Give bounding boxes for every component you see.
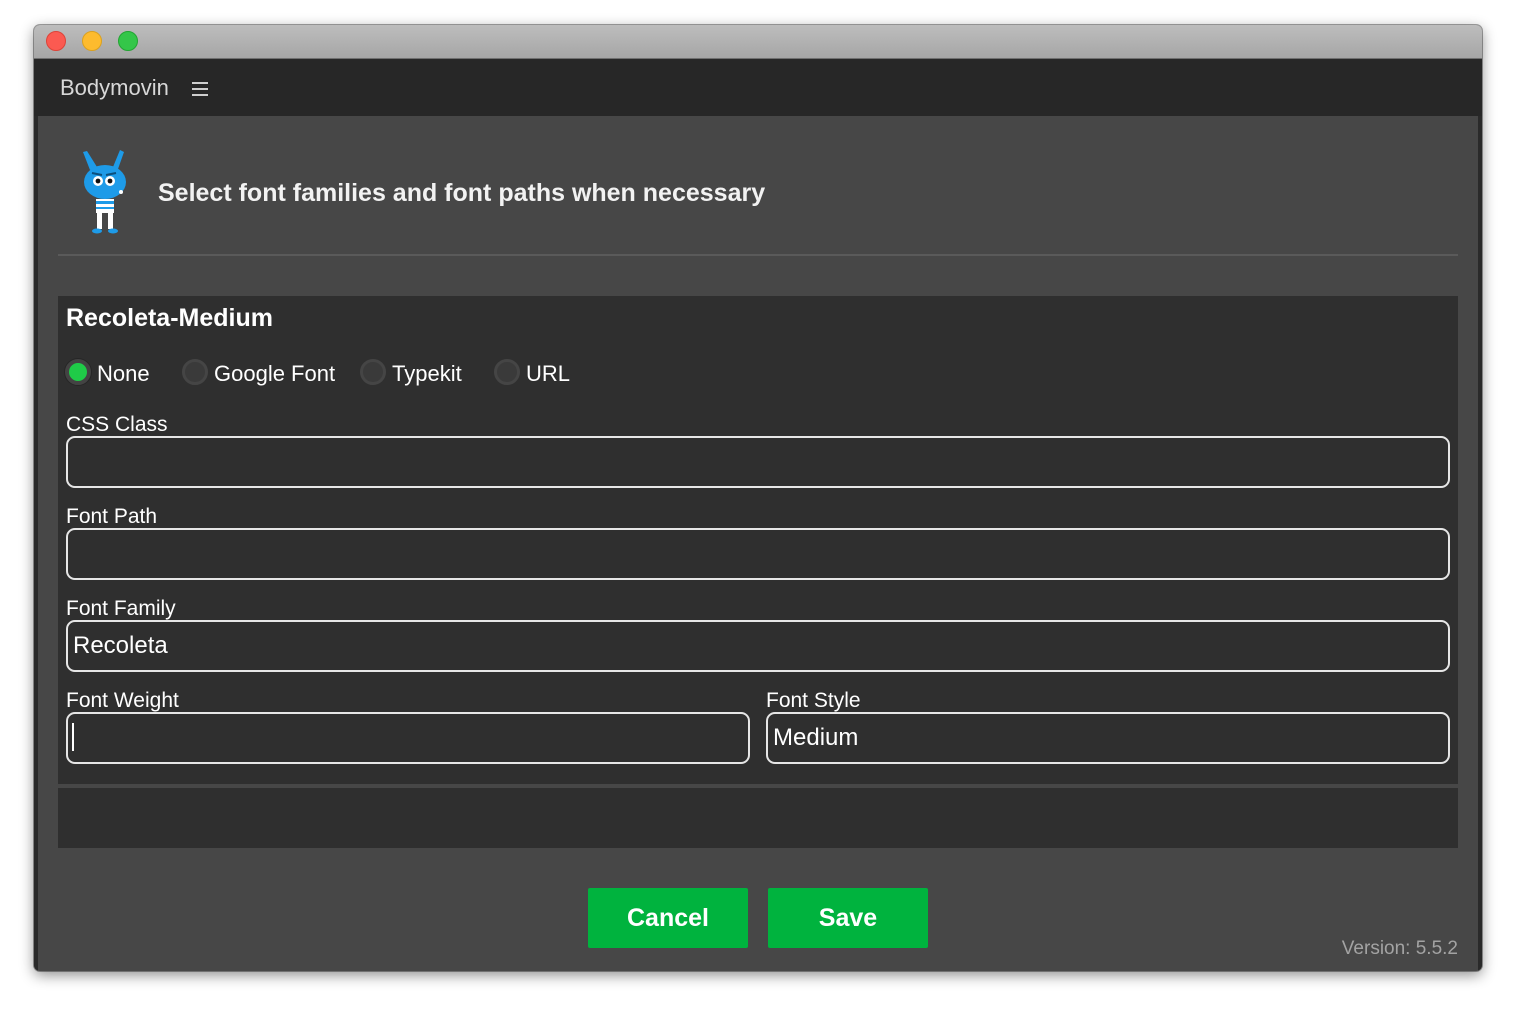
header-divider	[58, 254, 1458, 256]
bodymovin-mascot-icon	[83, 150, 126, 234]
version-label: Version: 5.5.2	[1341, 938, 1458, 959]
empty-panel-area	[58, 788, 1458, 848]
font-family-label: Font Family	[66, 597, 176, 620]
minimize-window-button[interactable]	[82, 31, 102, 51]
radio-dot[interactable]	[182, 359, 208, 385]
font-family-input[interactable]	[66, 620, 1450, 672]
right-border	[1478, 116, 1482, 971]
font-weight-field[interactable]	[66, 712, 750, 764]
font-weight-input[interactable]	[66, 712, 750, 764]
hamburger-icon[interactable]	[192, 82, 208, 96]
radio-dot[interactable]	[494, 359, 520, 385]
cancel-button[interactable]: Cancel	[588, 888, 748, 948]
font-style-input[interactable]	[766, 712, 1450, 764]
maximize-window-button[interactable]	[118, 31, 138, 51]
radio-label-google-font: Google Font	[214, 361, 336, 386]
font-path-label: Font Path	[66, 505, 158, 528]
left-border	[34, 116, 38, 971]
font-style-label: Font Style	[766, 689, 861, 712]
save-button[interactable]: Save	[768, 888, 928, 948]
window-titlebar	[34, 25, 1482, 59]
font-weight-label: Font Weight	[66, 689, 179, 712]
text-caret	[72, 723, 74, 751]
font-settings-panel: Recoleta-Medium None Google Font Typekit…	[58, 296, 1458, 784]
radio-label-typekit: Typekit	[392, 361, 462, 386]
app-header-bar: Bodymovin	[34, 59, 1482, 116]
radio-dot[interactable]	[360, 359, 386, 385]
radio-label-url: URL	[526, 361, 571, 386]
font-path-input[interactable]	[66, 528, 1450, 580]
font-name-title: Recoleta-Medium	[66, 304, 273, 332]
page-heading: Select font families and font paths when…	[158, 179, 766, 207]
radio-label-none: None	[97, 361, 150, 386]
radio-dot-selected[interactable]	[65, 359, 91, 385]
app-title: Bodymovin	[60, 75, 169, 100]
css-class-label: CSS Class	[66, 413, 168, 436]
css-class-input[interactable]	[66, 436, 1450, 488]
app-window: Bodymovin Select font families and font …	[34, 25, 1482, 971]
close-window-button[interactable]	[46, 31, 66, 51]
